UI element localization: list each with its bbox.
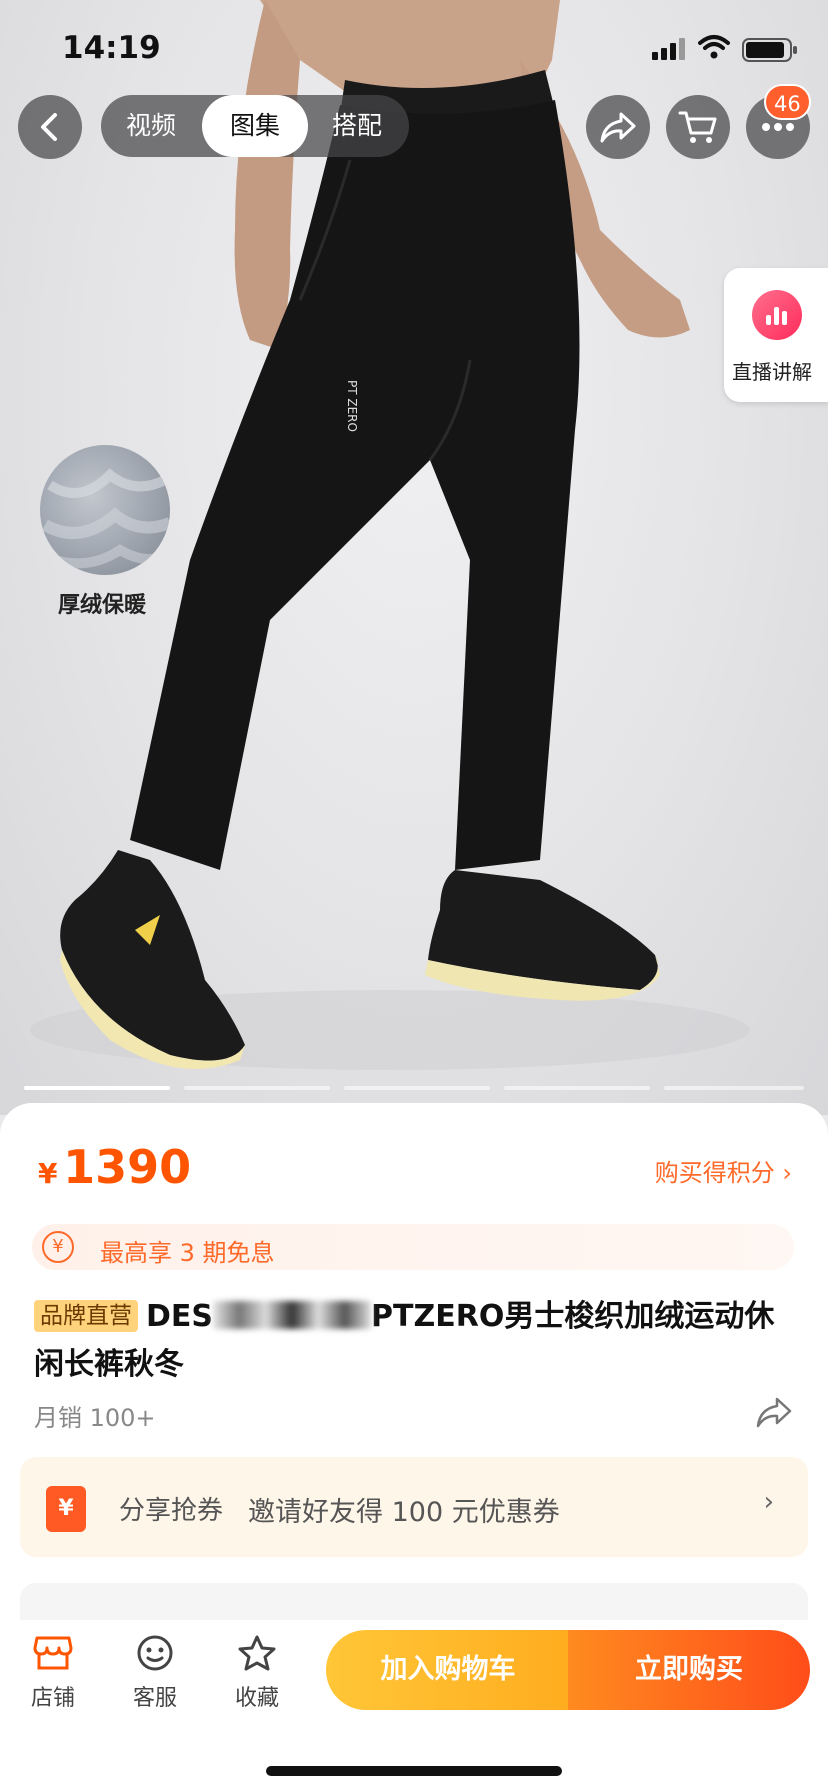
gallery-indicator-5 xyxy=(664,1086,804,1090)
gallery-indicator-1 xyxy=(24,1086,170,1090)
installment-icon: ¥ xyxy=(42,1231,74,1263)
gallery-indicator-2 xyxy=(184,1086,330,1090)
fleece-texture xyxy=(42,468,170,569)
favorite-label: 收藏 xyxy=(234,1686,279,1711)
product-title: 品牌直营 DES PTZERO男士梭织加绒运动休闲长裤秋冬 xyxy=(34,1293,794,1389)
live-explain-button[interactable]: 直播讲解 xyxy=(724,268,828,402)
bottom-action-bar: 店铺 客服 收藏 加入购物车 立即购买 xyxy=(0,1620,828,1792)
more-dots-icon xyxy=(762,123,794,131)
favorite-button[interactable]: 收藏 xyxy=(212,1634,302,1712)
chevron-left-icon xyxy=(41,113,57,141)
customer-service-button[interactable]: 客服 xyxy=(110,1634,200,1712)
installment-text: 最高享 3 期免息 xyxy=(100,1239,275,1267)
fleece-feature-label: 厚绒保暖 xyxy=(58,593,147,618)
price-value: 1390 xyxy=(63,1140,192,1194)
share-button[interactable] xyxy=(586,95,650,159)
back-button[interactable] xyxy=(18,95,82,159)
bar-chart-icon xyxy=(766,307,787,325)
cart-icon xyxy=(678,111,717,143)
cellular-signal-icon xyxy=(652,38,685,60)
redacted-text xyxy=(213,1301,372,1329)
tab-gallery[interactable]: 图集 xyxy=(202,95,308,157)
media-type-tabs: 视频 图集 搭配 xyxy=(101,95,409,157)
price-currency: ¥ xyxy=(38,1157,58,1190)
store-label: 店铺 xyxy=(30,1686,75,1711)
live-chart-icon xyxy=(752,290,802,340)
chat-smile-icon xyxy=(137,1635,173,1671)
share-coupon-banner[interactable]: ¥ 分享抢券 邀请好友得 100 元优惠券 › xyxy=(20,1457,808,1557)
coupon-title: 分享抢券 xyxy=(119,1496,224,1526)
installment-banner[interactable]: ¥ 最高享 3 期免息 xyxy=(32,1224,794,1270)
cart-button[interactable] xyxy=(666,95,730,159)
fleece-detail-image xyxy=(40,445,170,575)
coupon-ticket-icon: ¥ xyxy=(46,1486,86,1532)
add-to-cart-button[interactable]: 加入购物车 xyxy=(326,1630,570,1710)
gallery-indicator-4 xyxy=(504,1086,650,1090)
store-icon xyxy=(33,1636,73,1670)
share-icon xyxy=(600,112,636,143)
battery-icon xyxy=(742,38,797,62)
status-bar: 14:19 xyxy=(0,0,828,100)
coupon-description: 邀请好友得 100 元优惠券 xyxy=(248,1497,560,1528)
share-product-icon[interactable] xyxy=(754,1394,794,1430)
price: ¥ 1390 xyxy=(38,1140,191,1194)
status-time: 14:19 xyxy=(62,30,161,66)
home-indicator[interactable] xyxy=(266,1766,562,1776)
points-link[interactable]: 购买得积分 › xyxy=(655,1153,792,1188)
buy-now-button[interactable]: 立即购买 xyxy=(568,1630,810,1710)
tab-outfit[interactable]: 搭配 xyxy=(307,95,407,157)
gallery-indicator-3 xyxy=(344,1086,490,1090)
chevron-right-icon: › xyxy=(763,1487,774,1517)
brand-direct-tag: 品牌直营 xyxy=(34,1300,138,1332)
wifi-icon xyxy=(698,35,730,59)
cart-count-badge: 46 xyxy=(764,84,811,120)
title-start: DES xyxy=(146,1299,214,1334)
store-button[interactable]: 店铺 xyxy=(8,1634,98,1712)
svg-text:PT ZERO: PT ZERO xyxy=(345,380,359,432)
tab-video[interactable]: 视频 xyxy=(101,95,201,157)
service-label: 客服 xyxy=(132,1686,177,1711)
monthly-sales: 月销 100+ xyxy=(34,1404,156,1432)
star-icon xyxy=(238,1635,276,1671)
live-explain-label: 直播讲解 xyxy=(732,360,812,384)
